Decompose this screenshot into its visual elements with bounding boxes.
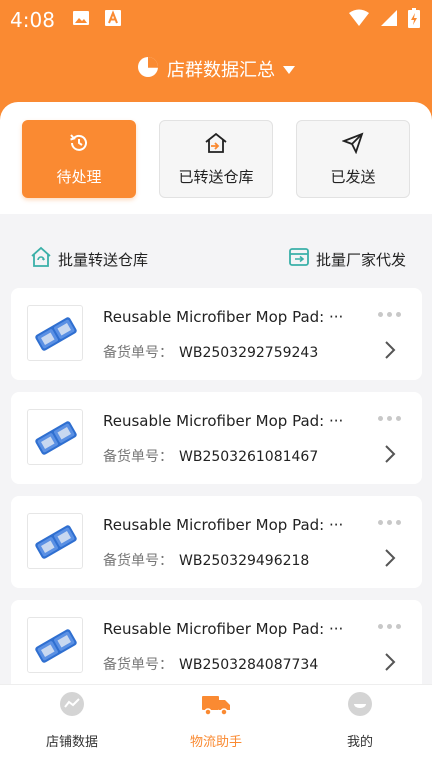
- order-number-row: 备货单号： WB250329496218: [103, 550, 309, 570]
- chevron-right-icon[interactable]: [384, 548, 396, 572]
- nav-mine[interactable]: 我的: [300, 691, 420, 750]
- warehouse-icon: [30, 246, 52, 272]
- pie-chart-icon: [137, 56, 159, 82]
- order-number-row: 备货单号： WB2503284087734: [103, 654, 318, 674]
- batch-factory-dropship-button[interactable]: 批量厂家代发: [288, 246, 406, 272]
- image-icon: [72, 9, 90, 31]
- nav-label: 我的: [346, 735, 373, 750]
- tab-label: 已发送: [330, 167, 376, 186]
- order-number-row: 备货单号： WB2503292759243: [103, 342, 318, 362]
- battery-icon: [408, 8, 420, 32]
- tab-sent[interactable]: 已发送: [296, 120, 410, 198]
- product-title: Reusable Microfiber Mop Pad: ···: [103, 620, 344, 638]
- batch-transfer-warehouse-button[interactable]: 批量转送仓库: [30, 246, 148, 272]
- tab-label: 已转送仓库: [178, 167, 254, 186]
- product-thumbnail: [27, 305, 83, 361]
- order-number: WB2503284087734: [179, 657, 319, 673]
- list-item[interactable]: Reusable Microfiber Mop Pad: ··· 备货单号： WB…: [11, 496, 422, 588]
- more-options-icon[interactable]: [378, 624, 401, 629]
- nav-label: 店铺数据: [45, 735, 98, 750]
- more-options-icon[interactable]: [378, 416, 401, 421]
- truck-icon: [201, 691, 231, 721]
- page-title: 店群数据汇总: [167, 60, 275, 81]
- chevron-right-icon[interactable]: [384, 340, 396, 364]
- list-item[interactable]: Reusable Microfiber Mop Pad: ··· 备货单号： WB…: [11, 600, 422, 692]
- batch-transfer-label: 批量转送仓库: [58, 250, 149, 269]
- product-title: Reusable Microfiber Mop Pad: ···: [103, 308, 344, 326]
- more-options-icon[interactable]: [378, 520, 401, 525]
- history-icon: [68, 132, 90, 158]
- nav-store-data[interactable]: 店铺数据: [12, 691, 132, 750]
- order-number-label: 备货单号：: [103, 553, 173, 569]
- nav-label: 物流助手: [189, 735, 242, 750]
- send-icon: [341, 131, 364, 158]
- box-arrow-icon: [288, 246, 310, 272]
- batch-factory-label: 批量厂家代发: [315, 250, 406, 269]
- tab-transferred[interactable]: 已转送仓库: [159, 120, 273, 198]
- warehouse-transfer-icon: [204, 132, 228, 158]
- product-thumbnail: [27, 513, 83, 569]
- batch-actions-row: 批量转送仓库 批量厂家代发: [0, 228, 432, 288]
- order-number: WB2503261081467: [179, 449, 319, 465]
- more-options-icon[interactable]: [378, 312, 401, 317]
- profile-icon: [347, 691, 373, 721]
- product-thumbnail: [27, 617, 83, 673]
- product-thumbnail: [27, 409, 83, 465]
- chevron-right-icon[interactable]: [384, 652, 396, 676]
- order-number-label: 备货单号：: [103, 449, 173, 465]
- signal-icon: [380, 9, 398, 31]
- wifi-icon: [348, 9, 370, 31]
- product-title: Reusable Microfiber Mop Pad: ···: [103, 412, 344, 430]
- list-item[interactable]: Reusable Microfiber Mop Pad: ··· 备货单号： WB…: [11, 392, 422, 484]
- order-number-row: 备货单号： WB2503261081467: [103, 446, 318, 466]
- product-title: Reusable Microfiber Mop Pad: ···: [103, 516, 344, 534]
- order-number: WB250329496218: [179, 553, 310, 569]
- bottom-nav: 店铺数据 物流助手 我的: [0, 684, 432, 768]
- status-bar: 4:08: [0, 0, 432, 40]
- status-time: 4:08: [10, 8, 55, 32]
- tab-label: 待处理: [56, 167, 102, 186]
- caret-down-icon: [283, 60, 295, 79]
- order-number-label: 备货单号：: [103, 345, 173, 361]
- tab-pending[interactable]: 待处理: [22, 120, 136, 198]
- order-number: WB2503292759243: [179, 345, 319, 361]
- chart-icon: [59, 691, 85, 721]
- order-number-label: 备货单号：: [103, 657, 173, 673]
- chevron-right-icon[interactable]: [384, 444, 396, 468]
- list-item[interactable]: Reusable Microfiber Mop Pad: ··· 备货单号： WB…: [11, 288, 422, 380]
- status-tabs-panel: 待处理 已转送仓库 已发送: [0, 102, 432, 214]
- nav-logistics-assistant[interactable]: 物流助手: [156, 691, 276, 750]
- store-group-selector[interactable]: 店群数据汇总: [0, 54, 432, 84]
- text-icon: [104, 9, 122, 31]
